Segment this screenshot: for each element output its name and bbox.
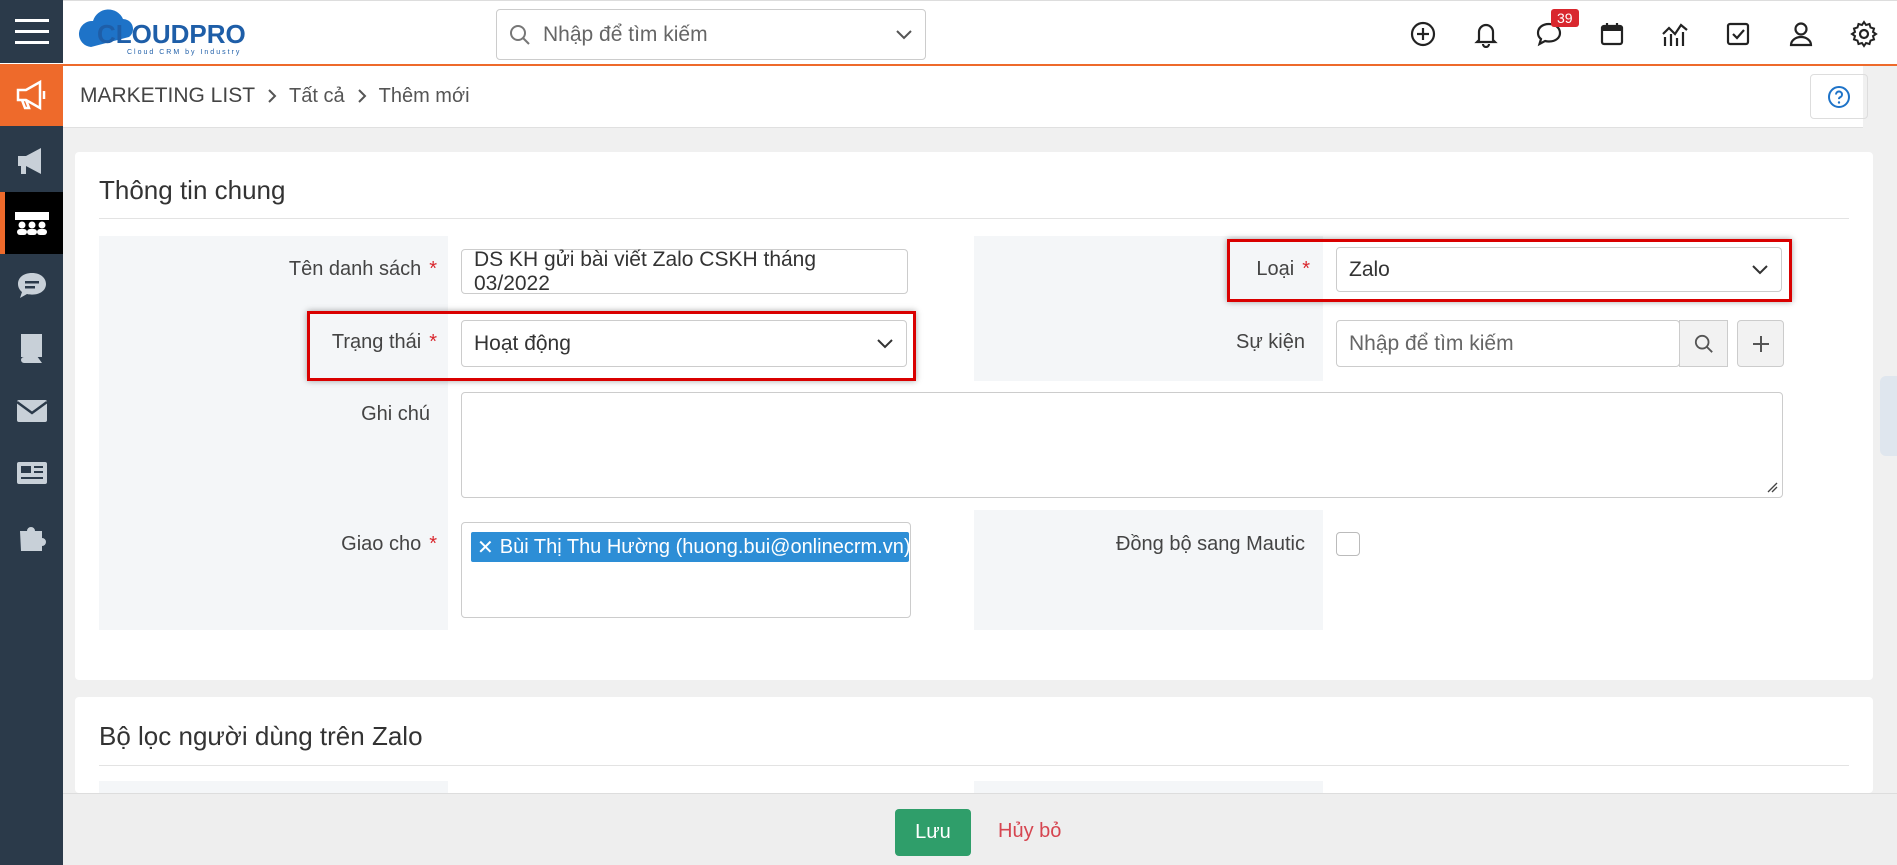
- breadcrumb-all[interactable]: Tất cả: [289, 85, 345, 108]
- group-icon: [14, 212, 49, 235]
- bullhorn-icon: [17, 148, 41, 174]
- label-column: [974, 510, 1323, 630]
- help-button[interactable]: [1810, 74, 1868, 119]
- bell-icon: [1474, 23, 1498, 48]
- save-button[interactable]: Lưu: [895, 809, 971, 856]
- sidebar-item-campaigns[interactable]: [0, 130, 63, 192]
- assign-label: Giao cho *: [341, 533, 437, 555]
- note-label: Ghi chú: [361, 403, 430, 425]
- notifications-button[interactable]: [1471, 19, 1501, 49]
- tasks-button[interactable]: [1723, 19, 1753, 49]
- sidebar-item-marketing-list[interactable]: [0, 192, 63, 254]
- profile-button[interactable]: [1786, 19, 1816, 49]
- logo-tagline: Cloud CRM by Industry: [127, 49, 241, 56]
- add-button[interactable]: [1408, 19, 1438, 49]
- envelope-icon: [15, 400, 48, 422]
- note-textarea[interactable]: [461, 392, 1783, 498]
- event-label: Sự kiện: [1236, 331, 1305, 353]
- label-column: [974, 781, 1323, 793]
- chevron-right-icon: [357, 89, 367, 103]
- help-icon: [1828, 85, 1850, 108]
- sync-mautic-label: Đồng bộ sang Mautic: [1115, 533, 1305, 555]
- calendar-button[interactable]: [1597, 19, 1627, 49]
- chart-icon: [1662, 23, 1688, 46]
- cloudpro-logo[interactable]: CLOUDPRO Cloud CRM by Industry: [71, 7, 291, 57]
- settings-button[interactable]: [1849, 19, 1879, 49]
- sidebar-item-newsletter[interactable]: [0, 442, 63, 504]
- event-input[interactable]: Nhập để tìm kiếm: [1336, 320, 1680, 367]
- type-highlight: [1227, 239, 1792, 302]
- notification-badge: 39: [1551, 9, 1579, 27]
- remove-tag-icon[interactable]: ✕: [477, 535, 494, 560]
- book-icon: [20, 334, 42, 363]
- search-icon: [1694, 334, 1713, 353]
- puzzle-icon: [19, 527, 46, 551]
- top-header: CLOUDPRO Cloud CRM by Industry Nhập để t…: [63, 0, 1897, 66]
- assigned-user-tag[interactable]: ✕ Bùi Thị Thu Hường (huong.bui@onlinecrm…: [471, 532, 909, 562]
- global-search[interactable]: Nhập để tìm kiếm: [496, 9, 926, 60]
- zalo-filter-title: Bộ lọc người dùng trên Zalo: [99, 721, 423, 751]
- chevron-right-icon: [268, 89, 277, 103]
- breadcrumb: MARKETING LIST Tất cả Thêm mới: [80, 84, 470, 108]
- chevron-down-icon[interactable]: [895, 29, 913, 41]
- general-info-title: Thông tin chung: [99, 175, 286, 205]
- sidebar-item-email[interactable]: [0, 380, 63, 442]
- hamburger-icon: [14, 18, 49, 44]
- reports-button[interactable]: [1660, 19, 1690, 49]
- list-name-input[interactable]: DS KH gửi bài viết Zalo CSKH tháng 03/20…: [461, 248, 908, 295]
- chat-bubble-icon: [17, 273, 46, 298]
- divider: [99, 218, 1849, 219]
- sidebar: [0, 0, 63, 865]
- megaphone-icon: [16, 79, 45, 111]
- breadcrumb-module[interactable]: MARKETING LIST: [80, 84, 255, 108]
- breadcrumb-bar: MARKETING LIST Tất cả Thêm mới: [63, 66, 1868, 128]
- sidebar-item-marketing[interactable]: [0, 64, 63, 126]
- resize-handle-icon[interactable]: [1766, 481, 1778, 493]
- label-column: [99, 236, 448, 630]
- menu-toggle-button[interactable]: [0, 0, 63, 64]
- form-footer: Lưu Hủy bỏ: [63, 793, 1897, 865]
- sidebar-item-extensions[interactable]: [0, 506, 63, 568]
- list-name-label: Tên danh sách *: [288, 258, 437, 280]
- event-search-button[interactable]: [1679, 320, 1728, 367]
- logo-text: CLOUDPRO: [97, 19, 246, 49]
- plus-circle-icon: [1410, 21, 1436, 47]
- newspaper-icon: [16, 462, 47, 484]
- status-highlight: [307, 311, 916, 381]
- side-panel-toggle[interactable]: [1880, 376, 1897, 456]
- zalo-filter-panel: Bộ lọc người dùng trên Zalo: [75, 697, 1873, 793]
- sidebar-item-messages[interactable]: [0, 254, 63, 316]
- label-column: [99, 781, 448, 793]
- search-input[interactable]: Nhập để tìm kiếm: [543, 23, 895, 47]
- user-icon: [1789, 22, 1813, 47]
- plus-icon: [1752, 335, 1769, 352]
- assigned-user-name: Bùi Thị Thu Hường (huong.bui@onlinecrm.v…: [499, 535, 909, 558]
- search-icon: [510, 24, 530, 45]
- sidebar-item-documents[interactable]: [0, 316, 63, 378]
- breadcrumb-current: Thêm mới: [378, 84, 470, 107]
- gear-icon: [1850, 20, 1878, 48]
- calendar-icon: [1600, 23, 1624, 46]
- checkbox-icon: [1726, 22, 1750, 46]
- sync-mautic-checkbox[interactable]: [1336, 532, 1360, 556]
- divider: [99, 765, 1849, 766]
- event-add-button[interactable]: [1737, 320, 1784, 367]
- cancel-button[interactable]: Hủy bỏ: [998, 820, 1061, 843]
